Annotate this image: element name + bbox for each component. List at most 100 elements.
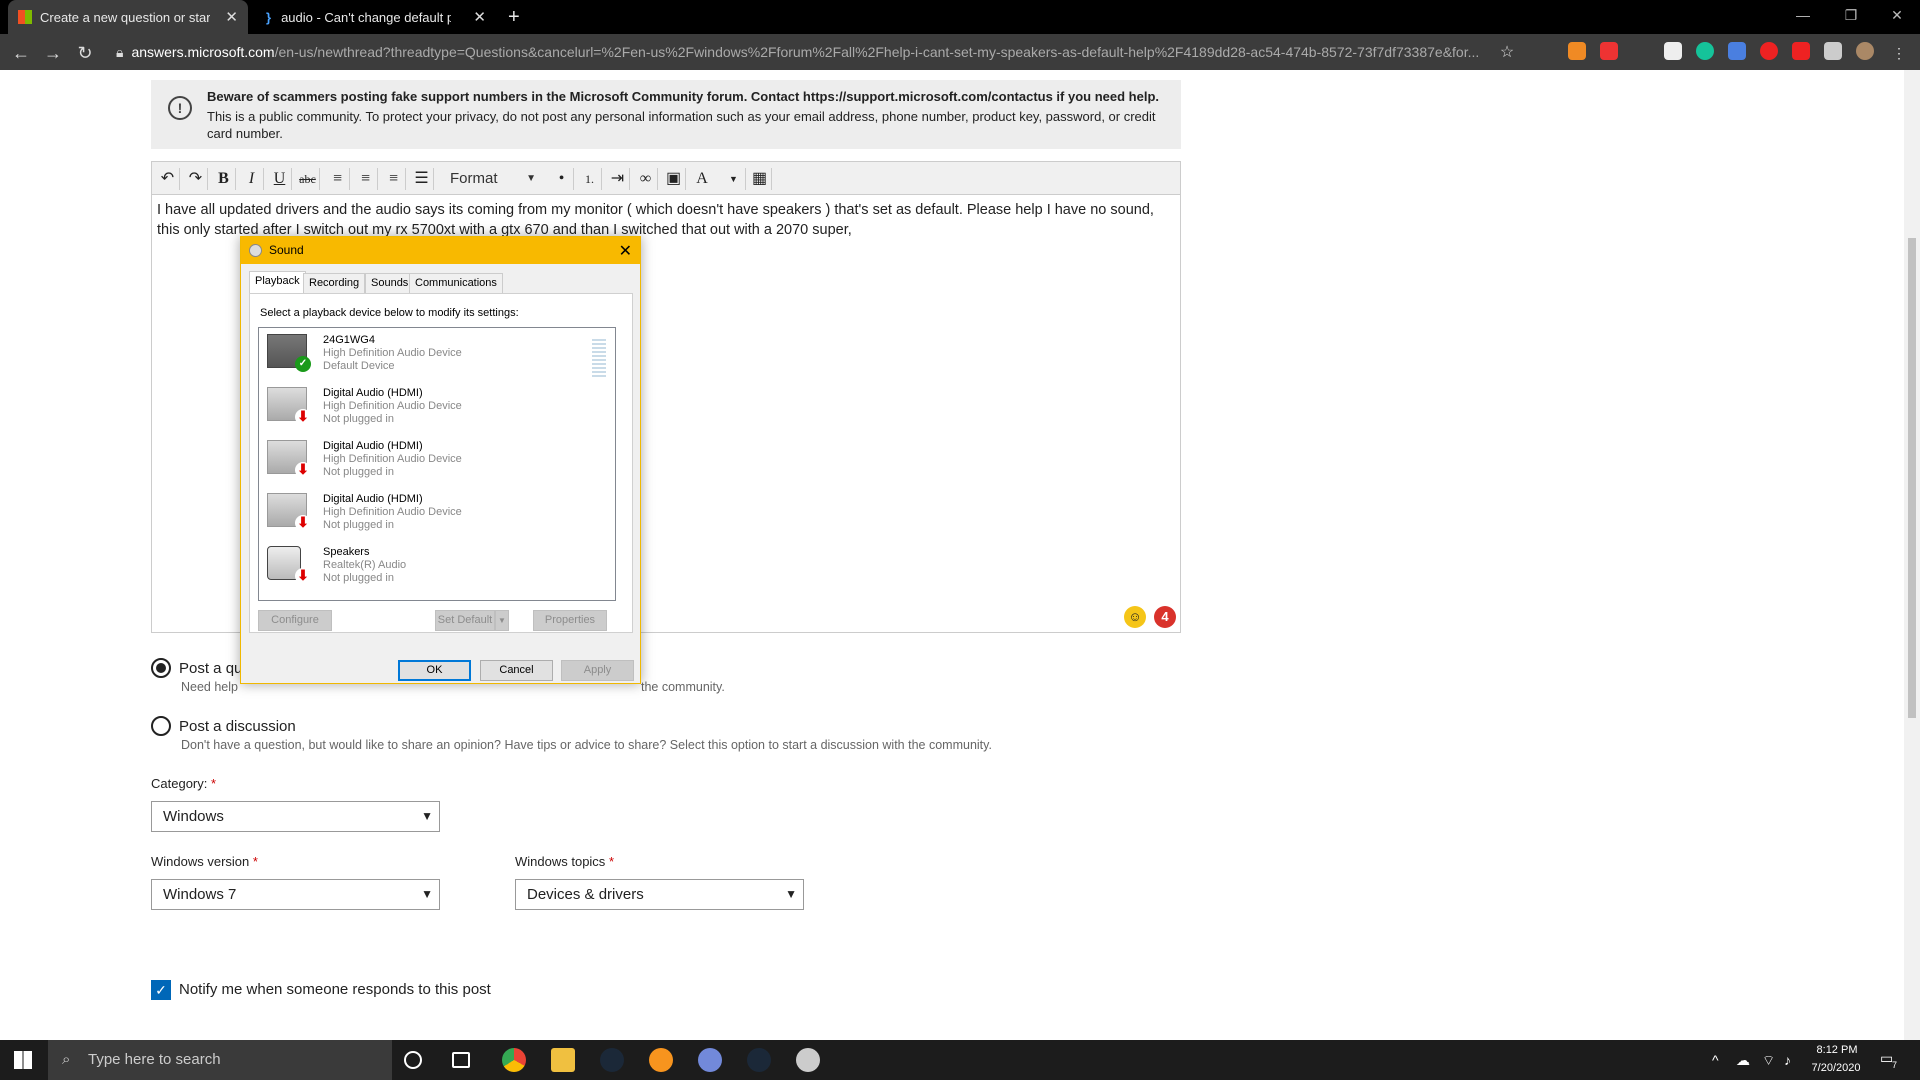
post-discussion-radio[interactable] [151, 716, 171, 736]
tab-communications[interactable]: Communications [409, 273, 503, 293]
extension-icon[interactable] [1760, 42, 1778, 60]
back-icon[interactable]: ← [10, 42, 32, 64]
volume-meter [592, 339, 606, 377]
underline-button[interactable]: U [268, 168, 292, 190]
italic-button[interactable]: I [240, 168, 264, 190]
cortana-icon[interactable] [404, 1051, 422, 1069]
puzzle-icon[interactable] [1824, 42, 1842, 60]
windows-start-icon[interactable] [14, 1051, 32, 1069]
align-center-icon[interactable]: ≡ [354, 168, 378, 190]
properties-button[interactable]: Properties [533, 610, 607, 631]
bold-button[interactable]: B [212, 168, 236, 190]
numbered-list-icon[interactable]: 1. [578, 168, 602, 190]
sound-icon[interactable] [796, 1048, 820, 1072]
profile-avatar[interactable] [1856, 42, 1874, 60]
link-icon[interactable]: ∞ [634, 168, 658, 190]
tab-audio-default[interactable]: } audio - Can't change default pla ✕ [256, 0, 496, 34]
discord-icon[interactable] [698, 1048, 722, 1072]
new-tab-button[interactable]: + [498, 0, 522, 34]
close-tab-icon[interactable]: ✕ [225, 8, 238, 26]
info-icon: ! [168, 96, 192, 120]
category-select[interactable]: Windows ▼ [151, 801, 440, 832]
post-question-desc: Need help [181, 680, 238, 694]
url-path: /en-us/newthread?threadtype=Questions&ca… [274, 44, 1480, 60]
chevron-up-icon[interactable]: ^ [1712, 1052, 1719, 1068]
chevron-down-icon[interactable]: ▼ [495, 610, 509, 631]
file-explorer-icon[interactable] [551, 1048, 575, 1072]
menu-dots-icon[interactable]: ⋮ [1888, 42, 1910, 64]
apply-button[interactable]: Apply [561, 660, 634, 681]
taskbar-search-box[interactable]: ⌕ Type here to search [48, 1040, 392, 1080]
bullet-list-icon[interactable]: • [550, 168, 574, 190]
device-item[interactable]: ⬇ Digital Audio (HDMI) High Definition A… [263, 383, 593, 436]
close-tab-icon[interactable]: ✕ [473, 8, 486, 26]
align-right-icon[interactable]: ≡ [382, 168, 406, 190]
chevron-down-icon[interactable]: ▼ [722, 168, 746, 190]
bracket-icon: } [266, 9, 272, 25]
playback-device-list[interactable]: ✓ 24G1WG4 High Definition Audio Device D… [258, 327, 616, 601]
reload-icon[interactable]: ↻ [74, 42, 96, 64]
tab-recording[interactable]: Recording [303, 273, 366, 293]
redo-icon[interactable]: ↷ [184, 168, 208, 190]
extension-icon[interactable] [1664, 42, 1682, 60]
onedrive-icon[interactable]: ☁ [1736, 1052, 1750, 1069]
text-color-icon[interactable]: A [690, 168, 714, 190]
notify-checkbox[interactable]: ✓ [151, 980, 171, 1000]
steam-icon[interactable] [600, 1048, 624, 1072]
image-icon[interactable]: ▣ [662, 168, 686, 190]
dialog-titlebar[interactable]: Sound [241, 237, 640, 264]
steam-icon[interactable] [747, 1048, 771, 1072]
undo-icon[interactable]: ↶ [156, 168, 180, 190]
scrollbar-thumb[interactable] [1908, 238, 1916, 718]
address-bar[interactable]: 🔒︎ answers.microsoft.com/en-us/newthread… [108, 38, 1528, 66]
page-scrollbar[interactable] [1904, 70, 1920, 1040]
clock-date[interactable]: 7/20/2020 [1808, 1062, 1864, 1074]
app-icon[interactable] [649, 1048, 673, 1072]
post-question-radio[interactable] [151, 658, 171, 678]
indent-icon[interactable]: ⇥ [606, 168, 630, 190]
justify-icon[interactable]: ☰ [410, 168, 434, 190]
device-item[interactable]: ⬇ Speakers Realtek(R) Audio Not plugged … [263, 542, 593, 595]
emoji-icon[interactable]: ☺ [1124, 606, 1146, 628]
translate-icon[interactable] [1728, 42, 1746, 60]
notify-label: Notify me when someone responds to this … [179, 981, 491, 998]
device-item[interactable]: ⬇ Digital Audio (HDMI) High Definition A… [263, 489, 593, 542]
set-default-button[interactable]: Set Default [435, 610, 495, 631]
windows-topics-select[interactable]: Devices & drivers ▼ [515, 879, 804, 910]
volume-icon[interactable]: ♪ [1784, 1052, 1791, 1068]
windows-version-select[interactable]: Windows 7 ▼ [151, 879, 440, 910]
configure-button[interactable]: Configure [258, 610, 332, 631]
extension-icon[interactable] [1600, 42, 1618, 60]
close-window-icon[interactable]: ✕ [1874, 0, 1920, 30]
tab-sounds[interactable]: Sounds [365, 273, 415, 293]
grammarly-icon[interactable] [1696, 42, 1714, 60]
minimize-icon[interactable]: — [1780, 0, 1826, 30]
task-view-icon[interactable] [452, 1052, 470, 1068]
ok-button[interactable]: OK [398, 660, 471, 681]
format-dropdown[interactable]: Format ▼ [446, 167, 542, 191]
tab-playback[interactable]: Playback [249, 271, 306, 294]
extension-icon[interactable] [1568, 42, 1586, 60]
restore-icon[interactable]: ❐ [1828, 0, 1874, 30]
clock-time[interactable]: 8:12 PM [1812, 1044, 1862, 1056]
search-icon: ⌕ [62, 1051, 71, 1068]
table-icon[interactable]: ▦ [748, 168, 772, 190]
device-item[interactable]: ⬇ Digital Audio (HDMI) High Definition A… [263, 436, 593, 489]
close-icon[interactable]: ✕ [619, 241, 632, 261]
device-name: Speakers [323, 546, 370, 558]
strikethrough-button[interactable]: abc [296, 168, 320, 190]
post-question-label: Post a qu [179, 660, 243, 677]
device-item[interactable]: ✓ 24G1WG4 High Definition Audio Device D… [263, 330, 606, 383]
chrome-icon[interactable] [502, 1048, 526, 1072]
wifi-icon[interactable]: ⌔ [1762, 1052, 1775, 1070]
align-left-icon[interactable]: ≡ [326, 168, 350, 190]
extension-icon[interactable] [1792, 42, 1810, 60]
cancel-button[interactable]: Cancel [480, 660, 553, 681]
device-status: Not plugged in [323, 413, 394, 425]
forward-icon[interactable]: → [42, 42, 64, 64]
bookmark-star-icon[interactable]: ☆ [1496, 42, 1518, 64]
windows-topics-value: Devices & drivers [527, 886, 644, 903]
editor-body-text[interactable]: I have all updated drivers and the audio… [157, 200, 1167, 240]
grammar-count-badge[interactable]: 4 [1154, 606, 1176, 628]
tab-create-question[interactable]: Create a new question or start a ✕ [8, 0, 248, 34]
